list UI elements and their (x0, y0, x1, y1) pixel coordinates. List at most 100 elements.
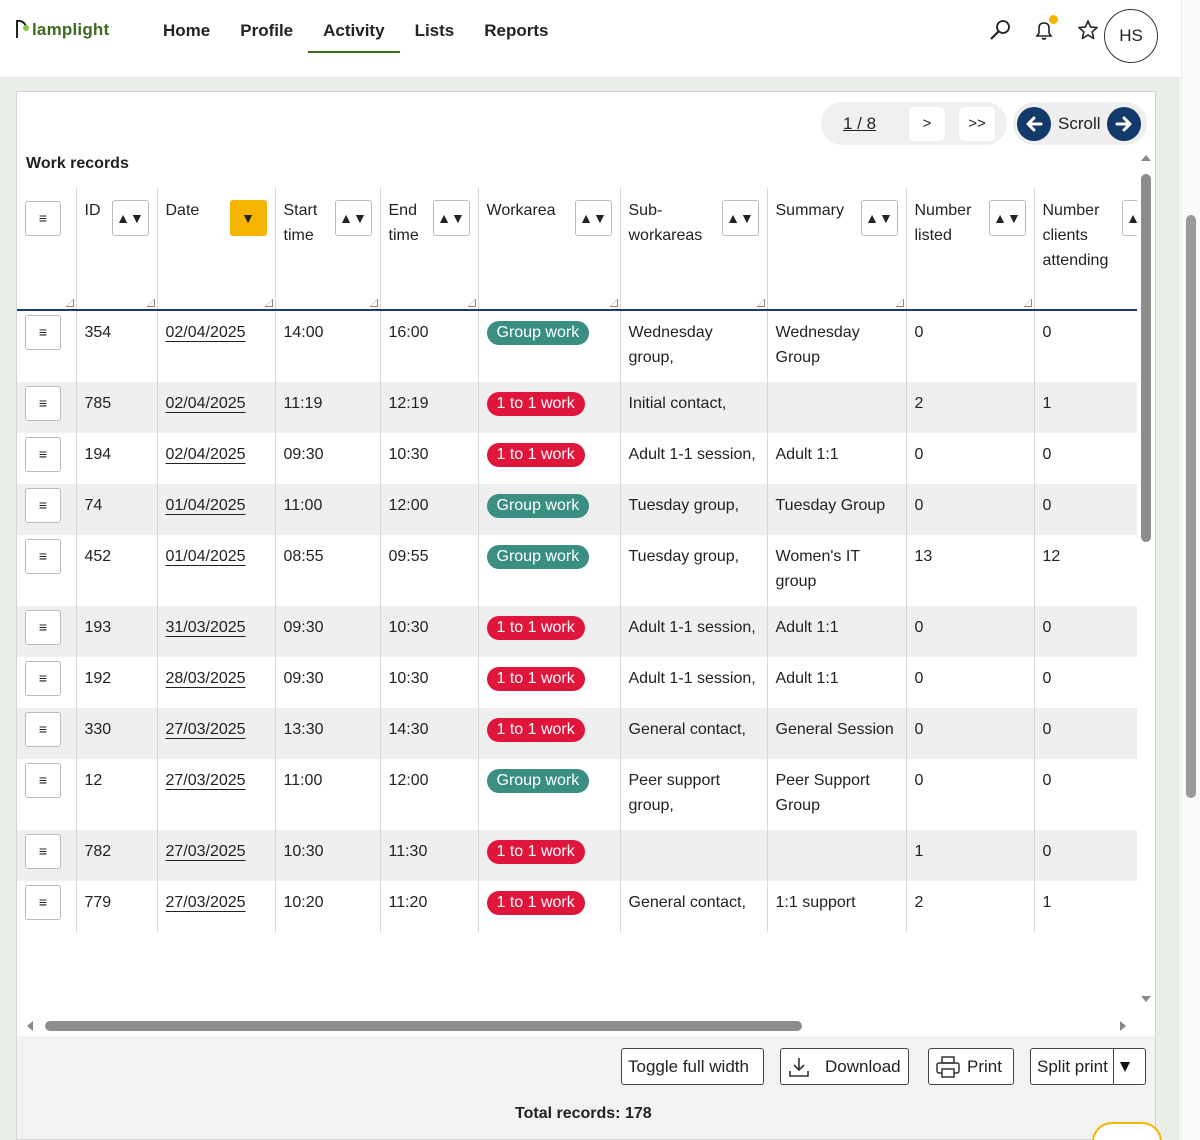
next-page-button[interactable]: > (909, 106, 945, 141)
record-date-link[interactable]: 27/03/2025 (166, 721, 246, 738)
table-row[interactable]: ≡ 192 28/03/2025 09:30 10:30 1 to 1 work Adult… (17, 657, 1137, 708)
record-date-link[interactable]: 02/04/2025 (166, 395, 246, 412)
table-horizontal-scroll-thumb[interactable] (45, 1021, 802, 1031)
cell-end: 09:55 (380, 535, 479, 606)
nav-profile[interactable]: Profile (225, 18, 308, 53)
cell-text: 452 (84, 548, 112, 565)
split-print-label: Split print (1037, 1056, 1108, 1076)
table-row[interactable]: ≡ 12 27/03/2025 11:00 12:00 Group work Peer su… (17, 759, 1137, 830)
cell-date: 27/03/2025 (157, 881, 276, 932)
record-date-link[interactable]: 28/03/2025 (166, 670, 246, 687)
split-print-dropdown[interactable] (1112, 1049, 1131, 1084)
nav-lists[interactable]: Lists (400, 18, 470, 53)
scroll-up-icon[interactable] (1140, 152, 1152, 162)
toggle-full-width-button[interactable]: Toggle full width (621, 1048, 764, 1085)
sort-button[interactable]: ▲▼ (988, 200, 1026, 236)
cell-text: 0 (914, 721, 924, 738)
help-button[interactable] (1092, 1122, 1162, 1140)
record-date-link[interactable]: 02/04/2025 (166, 446, 246, 463)
record-date-link[interactable]: 02/04/2025 (166, 324, 246, 341)
cell-text: 12:19 (388, 395, 429, 412)
columns-menu-button[interactable]: ≡ (25, 201, 61, 236)
workarea-badge: Group work (486, 494, 590, 518)
cell-listed: 0 (906, 708, 1035, 759)
last-page-button[interactable]: >> (959, 106, 995, 141)
table-horizontal-scrollbar[interactable] (17, 1018, 1137, 1034)
row-menu-button[interactable]: ≡ (25, 712, 61, 747)
sort-button[interactable]: ▲▼ (111, 200, 149, 236)
table-vertical-scrollbar[interactable] (1139, 152, 1153, 1007)
caret-down-icon (1119, 1061, 1130, 1072)
row-menu-button[interactable]: ≡ (25, 885, 61, 920)
print-button[interactable]: Print (928, 1048, 1014, 1085)
scroll-right-button[interactable] (1106, 106, 1141, 141)
record-date-link[interactable]: 27/03/2025 (166, 843, 246, 860)
record-date-link[interactable]: 31/03/2025 (166, 619, 246, 636)
row-menu-button[interactable]: ≡ (25, 488, 61, 523)
scroll-left-button[interactable] (1017, 106, 1051, 141)
sort-button[interactable]: ▲▼ (1121, 200, 1137, 236)
nav-reports[interactable]: Reports (469, 18, 563, 53)
row-menu-button[interactable]: ≡ (25, 661, 61, 696)
sort-button[interactable]: ▲▼ (334, 200, 372, 236)
cell-text: 0 (1042, 619, 1052, 636)
record-date-link[interactable]: 01/04/2025 (166, 497, 246, 514)
sort-button[interactable]: ▲▼ (432, 200, 470, 236)
table-vertical-scroll-thumb[interactable] (1141, 174, 1151, 542)
logo[interactable]: lamplight (14, 18, 109, 40)
scroll-left-icon[interactable] (25, 1021, 35, 1031)
row-menu-button[interactable]: ≡ (25, 539, 61, 574)
cell-date: 27/03/2025 (157, 708, 276, 759)
table-row[interactable]: ≡ 193 31/03/2025 09:30 10:30 1 to 1 work Adult… (17, 606, 1137, 657)
workarea-badge: Group work (486, 545, 590, 569)
column-header-content: Number clients attending ▲▼ (1043, 198, 1137, 273)
column-resize-handle[interactable] (264, 299, 273, 307)
column-resize-handle[interactable] (609, 299, 618, 307)
table-row[interactable]: ≡ 194 02/04/2025 09:30 10:30 1 to 1 work Adult… (17, 433, 1137, 484)
table-row[interactable]: ≡ 330 27/03/2025 13:30 14:30 1 to 1 work Gener… (17, 708, 1137, 759)
row-menu-button[interactable]: ≡ (25, 610, 61, 645)
column-resize-handle[interactable] (65, 299, 74, 307)
bell-icon[interactable] (1032, 15, 1058, 42)
sort-button[interactable]: ▲▼ (860, 200, 898, 236)
column-resize-handle[interactable] (756, 299, 765, 307)
nav-home[interactable]: Home (148, 18, 225, 53)
record-date-link[interactable]: 27/03/2025 (166, 772, 246, 789)
table-row[interactable]: ≡ 785 02/04/2025 11:19 12:19 1 to 1 work Initi… (17, 382, 1137, 433)
row-menu-button[interactable]: ≡ (25, 834, 61, 869)
column-resize-handle[interactable] (146, 299, 155, 307)
row-menu-button[interactable]: ≡ (25, 763, 61, 798)
row-menu-button[interactable]: ≡ (25, 437, 61, 472)
table-row[interactable]: ≡ 779 27/03/2025 10:20 11:20 1 to 1 work Gener… (17, 881, 1137, 932)
record-date-link[interactable]: 27/03/2025 (166, 894, 246, 911)
scroll-down-icon[interactable] (1140, 995, 1152, 1005)
filter-active-button[interactable]: ▼ (229, 200, 267, 236)
column-resize-handle[interactable] (369, 299, 378, 307)
split-print-button[interactable]: Split print (1030, 1048, 1146, 1085)
scroll-right-icon[interactable] (1118, 1021, 1128, 1031)
page-scrollbar-thumb[interactable] (1186, 215, 1196, 798)
row-menu-button[interactable]: ≡ (25, 315, 61, 350)
table-row[interactable]: ≡ 452 01/04/2025 08:55 09:55 Group work Tuesda… (17, 535, 1137, 606)
sort-button[interactable]: ▲▼ (721, 200, 759, 236)
row-menu-button[interactable]: ≡ (25, 386, 61, 421)
sort-button[interactable]: ▲▼ (574, 200, 612, 236)
table-row[interactable]: ≡ 782 27/03/2025 10:30 11:30 1 to 1 work 1 0 (17, 830, 1137, 881)
download-button[interactable]: Download (780, 1048, 909, 1085)
record-date-link[interactable]: 01/04/2025 (166, 548, 246, 565)
star-icon[interactable] (1076, 18, 1100, 42)
nav-activity[interactable]: Activity (308, 18, 400, 53)
scroll-control: Scroll (1013, 102, 1147, 145)
search-icon[interactable] (988, 18, 1012, 42)
page-count[interactable]: 1 / 8 (843, 114, 901, 134)
table-row[interactable]: ≡ 354 02/04/2025 14:00 16:00 Group work Wednes… (17, 310, 1137, 382)
page-scrollbar[interactable] (1181, 0, 1200, 1140)
column-resize-handle[interactable] (467, 299, 476, 307)
cell-text: 0 (1042, 446, 1052, 463)
user-avatar[interactable]: HS (1104, 9, 1158, 63)
cell-text: 0 (914, 446, 924, 463)
column-resize-handle[interactable] (1023, 299, 1032, 307)
column-resize-handle[interactable] (895, 299, 904, 307)
cell-text: 10:30 (283, 843, 324, 860)
table-row[interactable]: ≡ 74 01/04/2025 11:00 12:00 Group work Tuesday… (17, 484, 1137, 535)
